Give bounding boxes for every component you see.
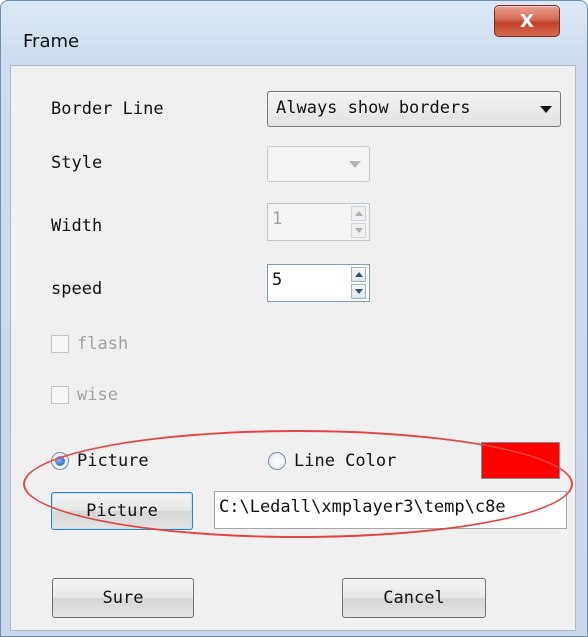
border-line-value: Always show borders	[276, 98, 471, 118]
speed-decrement-button[interactable]	[351, 284, 366, 299]
speed-increment-button[interactable]	[351, 267, 366, 282]
wise-label: wise	[77, 385, 118, 405]
flash-label: flash	[77, 334, 129, 354]
frame-dialog: Frame X Border Line Always show borders …	[0, 0, 588, 637]
width-spinbox[interactable]: 1	[267, 203, 370, 241]
speed-spinbox[interactable]: 5	[267, 264, 370, 302]
wise-checkbox[interactable]	[51, 386, 69, 404]
width-value: 1	[272, 209, 283, 229]
flash-checkbox[interactable]	[51, 335, 69, 353]
line-color-radio[interactable]	[268, 452, 286, 470]
cancel-button[interactable]: Cancel	[342, 578, 486, 618]
chevron-down-icon	[540, 106, 552, 113]
speed-label: speed	[51, 279, 103, 299]
line-color-radio-label: Line Color	[294, 451, 397, 471]
picture-radio[interactable]	[51, 452, 69, 470]
window-title: Frame	[23, 31, 80, 52]
border-line-label: Border Line	[51, 99, 164, 119]
picture-path-field[interactable]: C:\Ledall\xmplayer3\temp\c8e	[214, 491, 567, 529]
style-label: Style	[51, 153, 103, 173]
picture-path-value: C:\Ledall\xmplayer3\temp\c8e	[219, 497, 506, 517]
dialog-body: Border Line Always show borders Style Wi…	[10, 65, 576, 631]
width-decrement-button[interactable]	[351, 223, 366, 238]
speed-value: 5	[272, 270, 283, 290]
line-color-swatch[interactable]	[481, 442, 560, 479]
close-button[interactable]: X	[494, 5, 560, 37]
style-select[interactable]	[267, 146, 370, 182]
width-label: Width	[51, 216, 103, 236]
border-line-select[interactable]: Always show borders	[267, 91, 561, 127]
picture-radio-label: Picture	[77, 451, 149, 471]
close-icon: X	[520, 10, 534, 32]
width-increment-button[interactable]	[351, 206, 366, 221]
title-bar[interactable]: Frame X	[1, 1, 587, 63]
chevron-down-icon	[349, 161, 361, 168]
sure-button[interactable]: Sure	[52, 578, 194, 618]
picture-button[interactable]: Picture	[51, 492, 193, 530]
